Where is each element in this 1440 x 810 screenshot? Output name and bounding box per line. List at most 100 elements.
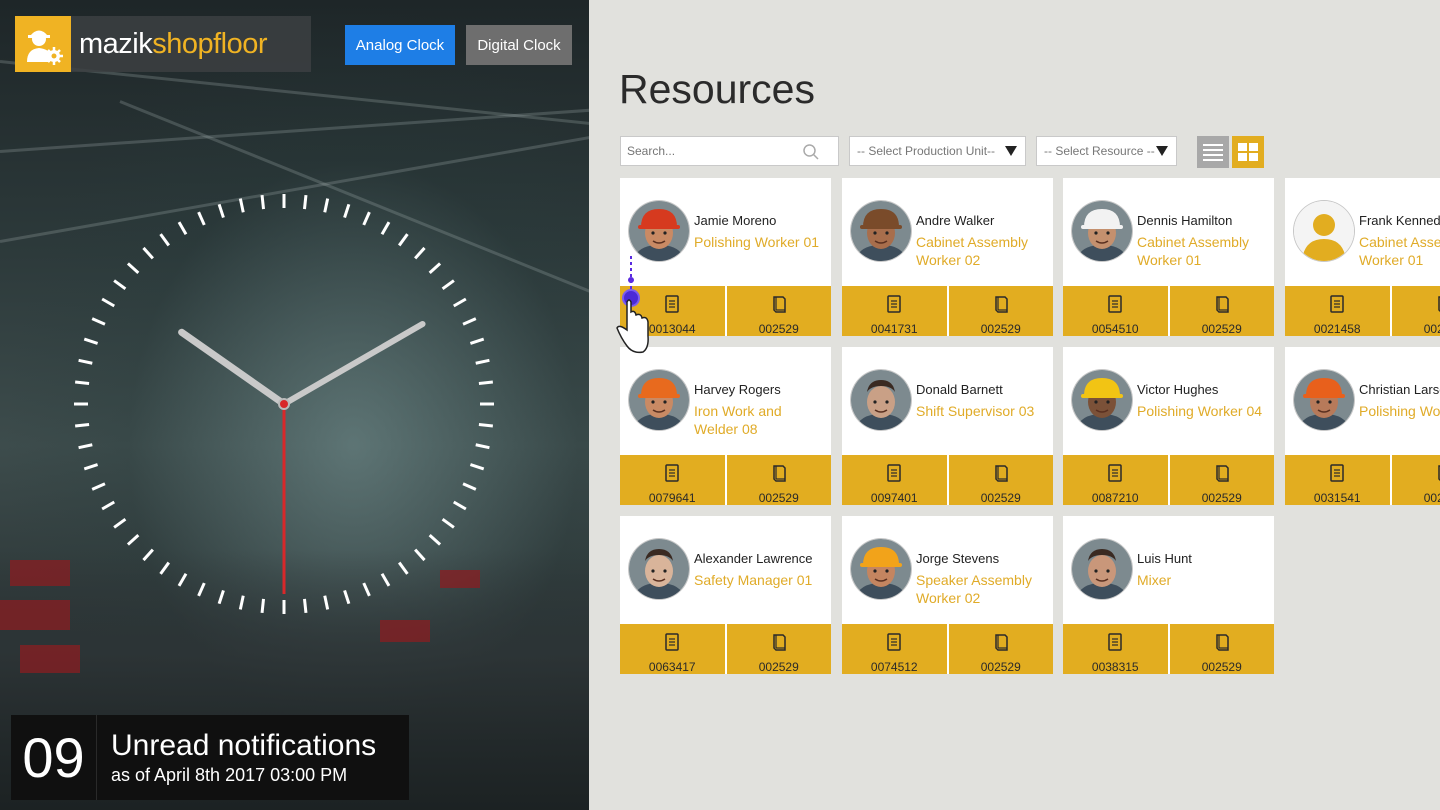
resource-card[interactable]: Victor Hughes Polishing Worker 04 008721… — [1063, 347, 1274, 505]
badge-id-button[interactable]: 0041731 — [842, 286, 947, 336]
analog-clock-button[interactable]: Analog Clock — [345, 25, 455, 65]
job-id-button[interactable]: 002529 — [724, 624, 832, 674]
background-crate — [0, 600, 70, 630]
notifications-panel[interactable]: 09 Unread notifications as of April 8th … — [11, 715, 409, 800]
resource-card[interactable]: Alexander Lawrence Safety Manager 01 006… — [620, 516, 831, 674]
background-crate — [380, 620, 430, 642]
dropdown-arrow-icon — [1005, 146, 1017, 156]
clock-tick — [83, 337, 99, 345]
clock-tick — [323, 595, 330, 610]
search-icon[interactable] — [802, 143, 820, 161]
job-id-button[interactable]: 002529 — [946, 455, 1054, 505]
grid-view-button[interactable] — [1232, 136, 1264, 168]
left-panel: mazikshopfloor Analog Clock Digital Cloc… — [0, 0, 589, 810]
job-id-button[interactable]: 002529 — [724, 455, 832, 505]
badge-id-button[interactable]: 0013044 — [620, 286, 725, 336]
clock-tick — [177, 221, 188, 236]
resource-name: Jamie Moreno — [694, 213, 777, 228]
clock-tick — [452, 500, 467, 511]
avatar — [1072, 539, 1132, 599]
badge-id-button[interactable]: 0054510 — [1063, 286, 1168, 336]
badge-id-button[interactable]: 0031541 — [1285, 455, 1390, 505]
avatar — [629, 370, 689, 430]
job-id-button[interactable]: 002529 — [1167, 286, 1275, 336]
badge-id-button[interactable]: 0063417 — [620, 624, 725, 674]
clock-tick — [197, 211, 206, 226]
job-id: 002529 — [980, 660, 1021, 674]
resource-card[interactable]: Harvey Rogers Iron Work and Welder 08 00… — [620, 347, 831, 505]
clock-tick — [101, 500, 116, 511]
resource-card[interactable]: Christian Larson Polishing Worker 05 003… — [1285, 347, 1440, 505]
digital-clock-button[interactable]: Digital Clock — [466, 25, 572, 65]
job-id: 002529 — [758, 322, 799, 336]
badge-id-button[interactable]: 0038315 — [1063, 624, 1168, 674]
clock-tick — [74, 380, 90, 386]
background-crate — [10, 560, 70, 586]
book-icon — [1436, 295, 1440, 318]
search-box[interactable] — [620, 136, 839, 166]
job-id: 002529 — [1201, 660, 1242, 674]
avatar — [851, 201, 911, 261]
background-crate — [20, 645, 80, 673]
resource-card[interactable]: Jamie Moreno Polishing Worker 01 0013044… — [620, 178, 831, 336]
resource-role: Polishing Worker 01 — [694, 234, 820, 250]
id-card-icon — [886, 633, 902, 656]
job-id-button[interactable]: 002529 — [1167, 624, 1275, 674]
job-id-button[interactable]: 002529 — [1389, 455, 1440, 505]
resource-card[interactable]: Dennis Hamilton Cabinet Assembly Worker … — [1063, 178, 1274, 336]
badge-id: 0063417 — [648, 660, 696, 674]
job-id-button[interactable]: 002529 — [946, 286, 1054, 336]
badge-id-button[interactable]: 0074512 — [842, 624, 947, 674]
book-icon — [1214, 633, 1230, 656]
clock-tick — [362, 211, 371, 226]
clock-tick — [428, 534, 442, 546]
badge-id-button[interactable]: 0087210 — [1063, 455, 1168, 505]
clock-tick — [428, 262, 442, 274]
job-id-button[interactable]: 002529 — [724, 286, 832, 336]
clock-tick — [441, 517, 455, 529]
resource-card[interactable]: Donald Barnett Shift Supervisor 03 00974… — [842, 347, 1053, 505]
badge-id-button[interactable]: 0021458 — [1285, 286, 1390, 336]
id-card-icon — [664, 295, 680, 318]
clock-tick — [238, 595, 245, 610]
clock-tick — [101, 297, 116, 308]
book-icon — [1214, 295, 1230, 318]
clock-tick — [462, 482, 477, 491]
badge-id-button[interactable]: 0079641 — [620, 455, 725, 505]
resource-role: Speaker Assembly Worker 02 — [916, 572, 1032, 606]
resource-role: Mixer — [1137, 572, 1172, 588]
search-input[interactable] — [621, 143, 799, 159]
clock-tick — [91, 317, 106, 326]
clock-tick — [177, 572, 188, 587]
production-unit-select[interactable]: -- Select Production Unit-- — [849, 136, 1026, 166]
clock-tick — [113, 517, 127, 529]
clock-tick — [91, 482, 106, 491]
job-id-button[interactable]: 002529 — [1167, 455, 1275, 505]
book-icon — [771, 464, 787, 487]
badge-id-button[interactable]: 0097401 — [842, 455, 947, 505]
resource-name: Jorge Stevens — [916, 551, 1000, 566]
id-card-icon — [664, 633, 680, 656]
job-id-button[interactable]: 002529 — [1389, 286, 1440, 336]
resource-card[interactable]: Andre Walker Cabinet Assembly Worker 02 … — [842, 178, 1053, 336]
job-id-button[interactable]: 002529 — [946, 624, 1054, 674]
resource-name: Donald Barnett — [916, 382, 1003, 397]
clock-tick — [126, 262, 140, 274]
clock-tick — [462, 317, 477, 326]
resource-card[interactable]: Luis Hunt Mixer 0038315 002529 — [1063, 516, 1274, 674]
list-view-button[interactable] — [1197, 136, 1229, 168]
brand-name: mazikshopfloor — [79, 27, 268, 60]
worker-gear-icon — [15, 16, 71, 72]
id-card-icon — [1329, 295, 1345, 318]
resource-card[interactable]: Jorge Stevens Speaker Assembly Worker 02… — [842, 516, 1053, 674]
clock-tick — [343, 589, 351, 605]
clock-tick — [380, 221, 391, 236]
clock-tick — [159, 561, 171, 575]
clock-tick — [142, 548, 154, 562]
resource-select[interactable]: -- Select Resource -- — [1036, 136, 1177, 166]
avatar — [1294, 201, 1354, 261]
job-id: 002529 — [1423, 322, 1440, 336]
resource-card[interactable]: Frank Kennedy Cabinet Assembly Worker 01… — [1285, 178, 1440, 336]
clock-tick — [397, 561, 409, 575]
production-unit-value: -- Select Production Unit-- — [857, 144, 996, 158]
